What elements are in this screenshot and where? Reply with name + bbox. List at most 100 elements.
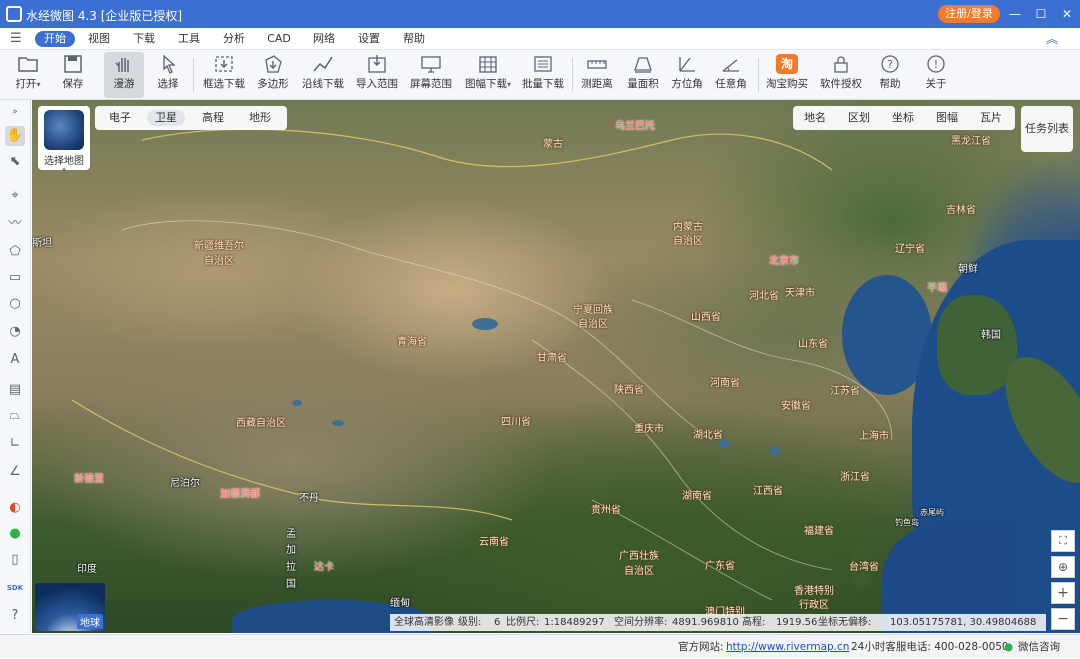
frame-download-icon [215,56,233,72]
tab-view[interactable]: 视图 [84,31,114,47]
status-scale-label: 比例尺: [506,617,540,628]
marker-tool-icon[interactable]: ⌖ [5,186,25,206]
label-guangxi-2: 自治区 [624,566,654,577]
label-hongkong-1: 香港特别 [794,586,834,597]
green-app-icon[interactable]: ● [5,524,25,544]
overlay-admin-divisions[interactable]: 区划 [839,110,879,126]
label-heilongjiang: 黑龙江省 [951,136,991,147]
login-button[interactable]: 注册/登录 [938,5,1000,23]
batch-download-button[interactable]: 批量下载 [520,52,566,98]
close-button[interactable]: ✕ [1058,5,1076,23]
site-link[interactable]: http://www.rivermap.cn [726,635,849,659]
label-fujian: 福建省 [804,526,834,537]
monitor-icon [421,56,441,73]
base-layer-switcher: 电子 卫星 高程 地形 [95,106,287,130]
phone-icon[interactable]: ▯ [5,550,25,570]
globe-overview[interactable]: 地球 [35,583,105,631]
bearing-label: 方位角 [671,78,703,90]
select-button[interactable]: 选择 [150,52,186,98]
license-button[interactable]: 软件授权 [816,52,866,98]
line-download-button[interactable]: 沿线下载 [300,52,346,98]
layer-satellite[interactable]: 卫星 [147,110,185,126]
status-level-label: 级别: [458,617,482,628]
layer-electronic[interactable]: 电子 [101,110,139,126]
map-view[interactable]: 蒙古 乌兰巴托 黑龙江省 吉林省 辽宁省 内蒙古 自治区 北京市 天津市 河北省… [32,100,1080,633]
area-tool-icon[interactable]: ⏢ [5,406,25,426]
fullscreen-icon[interactable]: ⛶ [1051,530,1075,552]
import-range-button[interactable]: 导入范围 [354,52,400,98]
map-selector[interactable]: 选择地图 ▾ [38,106,90,174]
pan-button[interactable]: 漫游 [104,52,144,98]
about-button[interactable]: ! 关于 [918,52,954,98]
tab-download[interactable]: 下载 [129,31,159,47]
tab-settings[interactable]: 设置 [354,31,384,47]
label-kathmandu: 加德满都 [220,489,260,500]
zoom-out-button[interactable]: − [1051,608,1075,630]
expand-panel-icon[interactable]: » [5,102,25,122]
polygon-tool-icon[interactable]: ⬠ [5,242,25,262]
select-tool-icon[interactable]: ⬉ [5,152,25,172]
overlay-coordinates[interactable]: 坐标 [883,110,923,126]
save-icon [64,55,82,73]
status-level: 6 [494,617,501,628]
overlay-place-names[interactable]: 地名 [795,110,835,126]
open-label: 打开 [15,78,37,90]
tab-help[interactable]: 帮助 [399,31,429,47]
tab-tools[interactable]: 工具 [174,31,204,47]
tab-cad[interactable]: CAD [264,31,294,47]
frame-download-button[interactable]: 框选下载 [200,52,248,98]
tab-network[interactable]: 网络 [309,31,339,47]
sheet-download-button[interactable]: 图幅下载▾ [462,52,514,98]
label-ningxia-2: 自治区 [578,319,608,330]
text-tool-icon[interactable]: A [5,350,25,370]
bearing-tool-icon[interactable]: ∟ [5,434,25,454]
polygon-button[interactable]: 多边形 [254,52,292,98]
measure-area-button[interactable]: 量面积 [624,52,662,98]
angle-tool-icon[interactable]: ∠ [5,462,25,482]
screen-range-button[interactable]: 屏幕范围 [408,52,454,98]
open-button[interactable]: 打开▾ [10,52,46,98]
any-angle-button[interactable]: 任意角 [712,52,750,98]
color-palette-icon[interactable]: ◐ [5,498,25,518]
save-button[interactable]: 保存 [56,52,90,98]
globe-label: 地球 [77,614,103,629]
help-circle-icon[interactable]: ? [5,606,25,626]
sector-tool-icon[interactable]: ◔ [5,322,25,342]
app-logo-icon [6,6,22,22]
rectangle-tool-icon[interactable]: ▭ [5,268,25,288]
sdk-icon[interactable]: SDK [5,578,25,598]
collapse-ribbon-icon[interactable]: ︽ [1046,30,1058,47]
locate-icon[interactable]: ⊕ [1051,556,1075,578]
task-list-button[interactable]: 任务列表 [1021,106,1073,152]
hamburger-menu-icon[interactable]: ☰ [10,31,22,46]
overlay-map-sheets[interactable]: 图幅 [927,110,967,126]
save-label: 保存 [62,78,84,90]
taobao-button[interactable]: 淘 淘宝购买 [764,52,810,98]
batch-download-label: 批量下载 [522,78,564,90]
wechat-link[interactable]: 微信咨询 [1018,635,1060,659]
boundary-lines [71,128,893,601]
measure-distance-button[interactable]: 测距离 [578,52,616,98]
pan-tool-icon[interactable]: ✋ [5,126,25,146]
line-download-label: 沿线下载 [302,78,344,90]
status-coordinates: 103.05175781, 30.49804688 [890,617,1037,628]
layer-elevation[interactable]: 高程 [194,110,232,126]
label-xinjiang-1: 新疆维吾尔 [194,241,244,252]
layer-terrain[interactable]: 地形 [241,110,279,126]
tab-analysis[interactable]: 分析 [219,31,249,47]
measure-area-label: 量面积 [627,78,659,90]
overlay-tiles[interactable]: 瓦片 [971,110,1011,126]
window-title: 水经微图 4.3 [企业版已授权] [26,9,183,23]
tab-start[interactable]: 开始 [35,31,75,47]
ruler-tool-icon[interactable]: ▤ [5,380,25,400]
polyline-tool-icon[interactable]: 〰 [5,214,25,234]
svg-text:?: ? [887,58,893,71]
zoom-in-button[interactable]: + [1051,582,1075,604]
minimize-button[interactable]: — [1006,5,1024,23]
select-label: 选择 [157,78,179,90]
circle-tool-icon[interactable]: ○ [5,294,25,314]
maximize-button[interactable]: ☐ [1032,5,1050,23]
help-button[interactable]: ? 帮助 [872,52,908,98]
label-jilin: 吉林省 [946,205,976,216]
bearing-button[interactable]: 方位角 [668,52,706,98]
